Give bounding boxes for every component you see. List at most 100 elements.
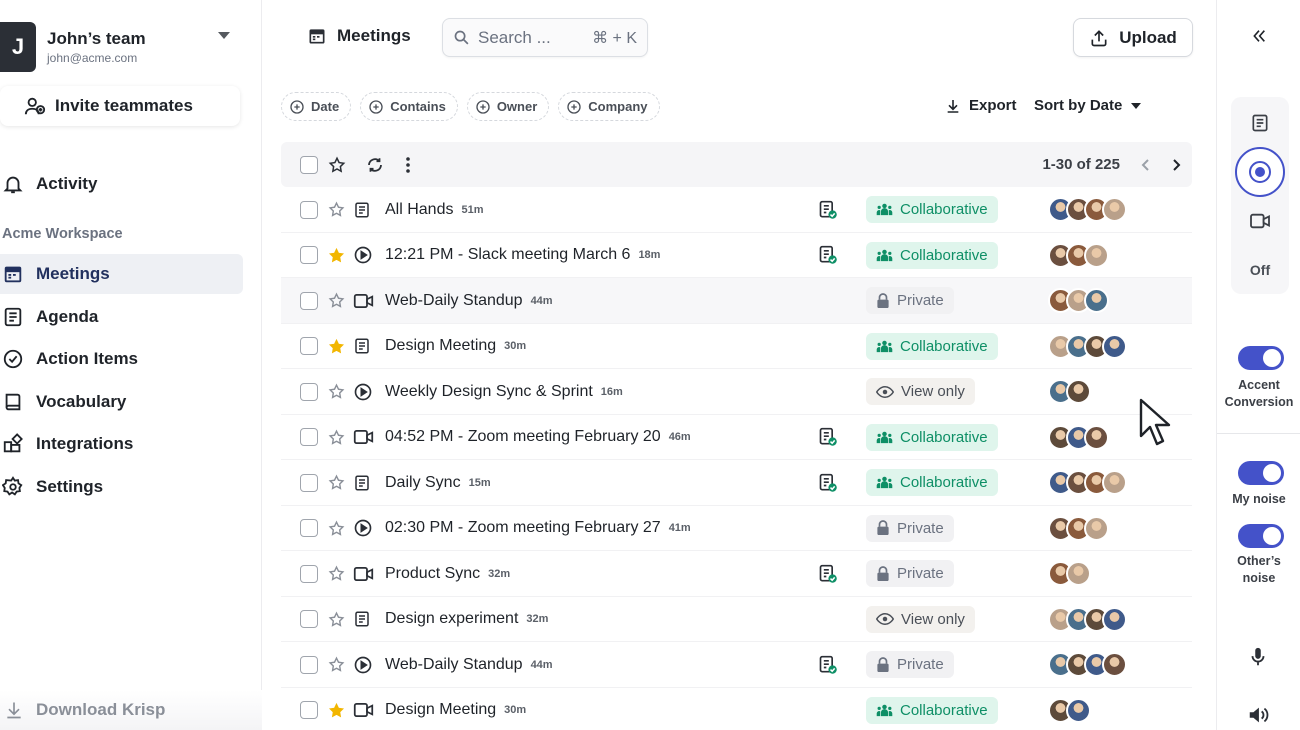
star-icon[interactable] bbox=[328, 156, 346, 174]
meeting-title[interactable]: Product Sync bbox=[385, 565, 480, 583]
speaker-icon[interactable] bbox=[1247, 704, 1269, 726]
summary-ready-icon[interactable] bbox=[818, 473, 838, 493]
access-badge[interactable]: View only bbox=[866, 605, 975, 633]
star-icon[interactable] bbox=[328, 610, 345, 628]
filter-date-chip[interactable]: Date bbox=[281, 92, 352, 121]
star-filled-icon[interactable] bbox=[328, 702, 345, 719]
collapse-panel-icon[interactable] bbox=[1251, 28, 1267, 44]
row-checkbox[interactable] bbox=[300, 382, 318, 401]
others-noise-toggle[interactable] bbox=[1238, 524, 1284, 548]
table-row[interactable]: Design Meeting 30m Collaborative bbox=[281, 324, 1192, 369]
meeting-title[interactable]: Daily Sync bbox=[385, 474, 461, 492]
microphone-icon[interactable] bbox=[1247, 645, 1269, 669]
notes-icon[interactable] bbox=[1250, 112, 1270, 134]
row-checkbox[interactable] bbox=[300, 701, 318, 719]
access-badge[interactable]: Private bbox=[866, 560, 954, 587]
sidebar-item-meetings[interactable]: Meetings bbox=[0, 254, 243, 294]
invite-teammates-button[interactable]: Invite teammates bbox=[0, 86, 240, 126]
star-icon[interactable] bbox=[328, 474, 345, 491]
star-icon[interactable] bbox=[328, 519, 345, 537]
access-badge[interactable]: Private bbox=[866, 651, 954, 678]
star-icon[interactable] bbox=[328, 201, 345, 218]
star-icon[interactable] bbox=[328, 383, 345, 400]
access-badge[interactable]: Private bbox=[866, 514, 954, 542]
filter-contains-chip[interactable]: Contains bbox=[360, 92, 458, 121]
record-audio-toggle[interactable] bbox=[1235, 147, 1285, 197]
star-icon[interactable] bbox=[328, 656, 345, 673]
row-checkbox[interactable] bbox=[300, 655, 318, 674]
chevron-left-icon[interactable] bbox=[1140, 158, 1152, 172]
accent-conversion-toggle[interactable] bbox=[1238, 346, 1284, 370]
row-checkbox[interactable] bbox=[300, 564, 318, 583]
table-row[interactable]: 04:52 PM - Zoom meeting February 20 46m … bbox=[281, 415, 1192, 460]
download-krisp-button[interactable]: Download Krisp bbox=[0, 690, 262, 730]
star-filled-icon[interactable] bbox=[328, 338, 345, 355]
video-icon[interactable] bbox=[1249, 212, 1271, 230]
sidebar-item-agenda[interactable]: Agenda bbox=[0, 297, 243, 337]
table-row[interactable]: Web-Daily Standup 44m Private bbox=[281, 278, 1192, 324]
access-badge[interactable]: Private bbox=[866, 287, 954, 314]
meeting-title[interactable]: Design experiment bbox=[385, 610, 518, 628]
sidebar-item-settings[interactable]: Settings bbox=[0, 467, 243, 507]
summary-ready-icon[interactable] bbox=[818, 655, 838, 675]
export-button[interactable]: Export bbox=[945, 97, 1017, 114]
table-row[interactable]: Weekly Design Sync & Sprint 16m View onl… bbox=[281, 369, 1192, 415]
select-all-checkbox[interactable] bbox=[300, 155, 318, 174]
chevron-down-icon[interactable] bbox=[218, 32, 230, 39]
meeting-title[interactable]: Weekly Design Sync & Sprint bbox=[385, 383, 593, 401]
access-badge[interactable]: Collaborative bbox=[866, 241, 998, 269]
meeting-title[interactable]: Design Meeting bbox=[385, 337, 496, 355]
table-row[interactable]: 02:30 PM - Zoom meeting February 27 41m … bbox=[281, 506, 1192, 551]
star-icon[interactable] bbox=[328, 565, 345, 582]
access-badge[interactable]: View only bbox=[866, 378, 975, 405]
table-row[interactable]: Daily Sync 15m Collaborative bbox=[281, 460, 1192, 506]
summary-ready-icon[interactable] bbox=[818, 427, 838, 447]
star-icon[interactable] bbox=[328, 428, 345, 446]
row-checkbox[interactable] bbox=[300, 473, 318, 492]
meeting-title[interactable]: 04:52 PM - Zoom meeting February 20 bbox=[385, 428, 661, 446]
upload-button[interactable]: Upload bbox=[1073, 18, 1193, 57]
row-checkbox[interactable] bbox=[300, 291, 318, 310]
table-row[interactable]: Web-Daily Standup 44m Private bbox=[281, 642, 1192, 688]
chevron-right-icon[interactable] bbox=[1170, 158, 1182, 172]
sort-dropdown[interactable]: Sort by Date bbox=[1034, 97, 1142, 114]
meeting-title[interactable]: Web-Daily Standup bbox=[385, 656, 523, 674]
access-badge[interactable]: Collaborative bbox=[866, 423, 998, 451]
more-vertical-icon[interactable] bbox=[405, 156, 411, 174]
row-checkbox[interactable] bbox=[300, 519, 318, 537]
sidebar-item-vocabulary[interactable]: Vocabulary bbox=[0, 382, 243, 422]
row-checkbox[interactable] bbox=[300, 337, 318, 355]
my-noise-toggle[interactable] bbox=[1238, 461, 1284, 485]
row-checkbox[interactable] bbox=[300, 246, 318, 264]
table-row[interactable]: 12:21 PM - Slack meeting March 6 18m Col… bbox=[281, 233, 1192, 278]
refresh-icon[interactable] bbox=[366, 156, 384, 174]
star-filled-icon[interactable] bbox=[328, 247, 345, 264]
sidebar-item-action-items[interactable]: Action Items bbox=[0, 339, 243, 379]
table-row[interactable]: Product Sync 32m Private bbox=[281, 551, 1192, 597]
table-row[interactable]: Design experiment 32m View only bbox=[281, 597, 1192, 642]
filter-company-chip[interactable]: Company bbox=[558, 92, 660, 121]
team-switcher[interactable]: J John’s team john@acme.com bbox=[0, 22, 240, 72]
meeting-title[interactable]: 12:21 PM - Slack meeting March 6 bbox=[385, 246, 630, 264]
summary-ready-icon[interactable] bbox=[818, 564, 838, 584]
row-checkbox[interactable] bbox=[300, 610, 318, 628]
star-icon[interactable] bbox=[328, 292, 345, 309]
meeting-title[interactable]: Design Meeting bbox=[385, 701, 496, 719]
filter-owner-chip[interactable]: Owner bbox=[466, 92, 550, 121]
summary-ready-icon[interactable] bbox=[818, 200, 838, 220]
table-row[interactable]: Design Meeting 30m Collaborative bbox=[281, 688, 1192, 730]
access-badge[interactable]: Collaborative bbox=[866, 332, 998, 360]
meeting-title[interactable]: 02:30 PM - Zoom meeting February 27 bbox=[385, 519, 661, 537]
meeting-title[interactable]: Web-Daily Standup bbox=[385, 292, 523, 310]
access-badge[interactable]: Collaborative bbox=[866, 469, 998, 496]
search-input[interactable]: Search ... ⌘ + K bbox=[442, 18, 648, 57]
summary-ready-icon[interactable] bbox=[818, 245, 838, 265]
row-checkbox[interactable] bbox=[300, 428, 318, 446]
sidebar-item-activity[interactable]: Activity bbox=[0, 164, 243, 204]
row-checkbox[interactable] bbox=[300, 200, 318, 219]
table-row[interactable]: All Hands 51m Collaborative bbox=[281, 187, 1192, 233]
access-badge[interactable]: Collaborative bbox=[866, 196, 998, 223]
access-badge[interactable]: Collaborative bbox=[866, 696, 998, 724]
sidebar-item-integrations[interactable]: Integrations bbox=[0, 424, 243, 464]
meeting-title[interactable]: All Hands bbox=[385, 201, 453, 219]
